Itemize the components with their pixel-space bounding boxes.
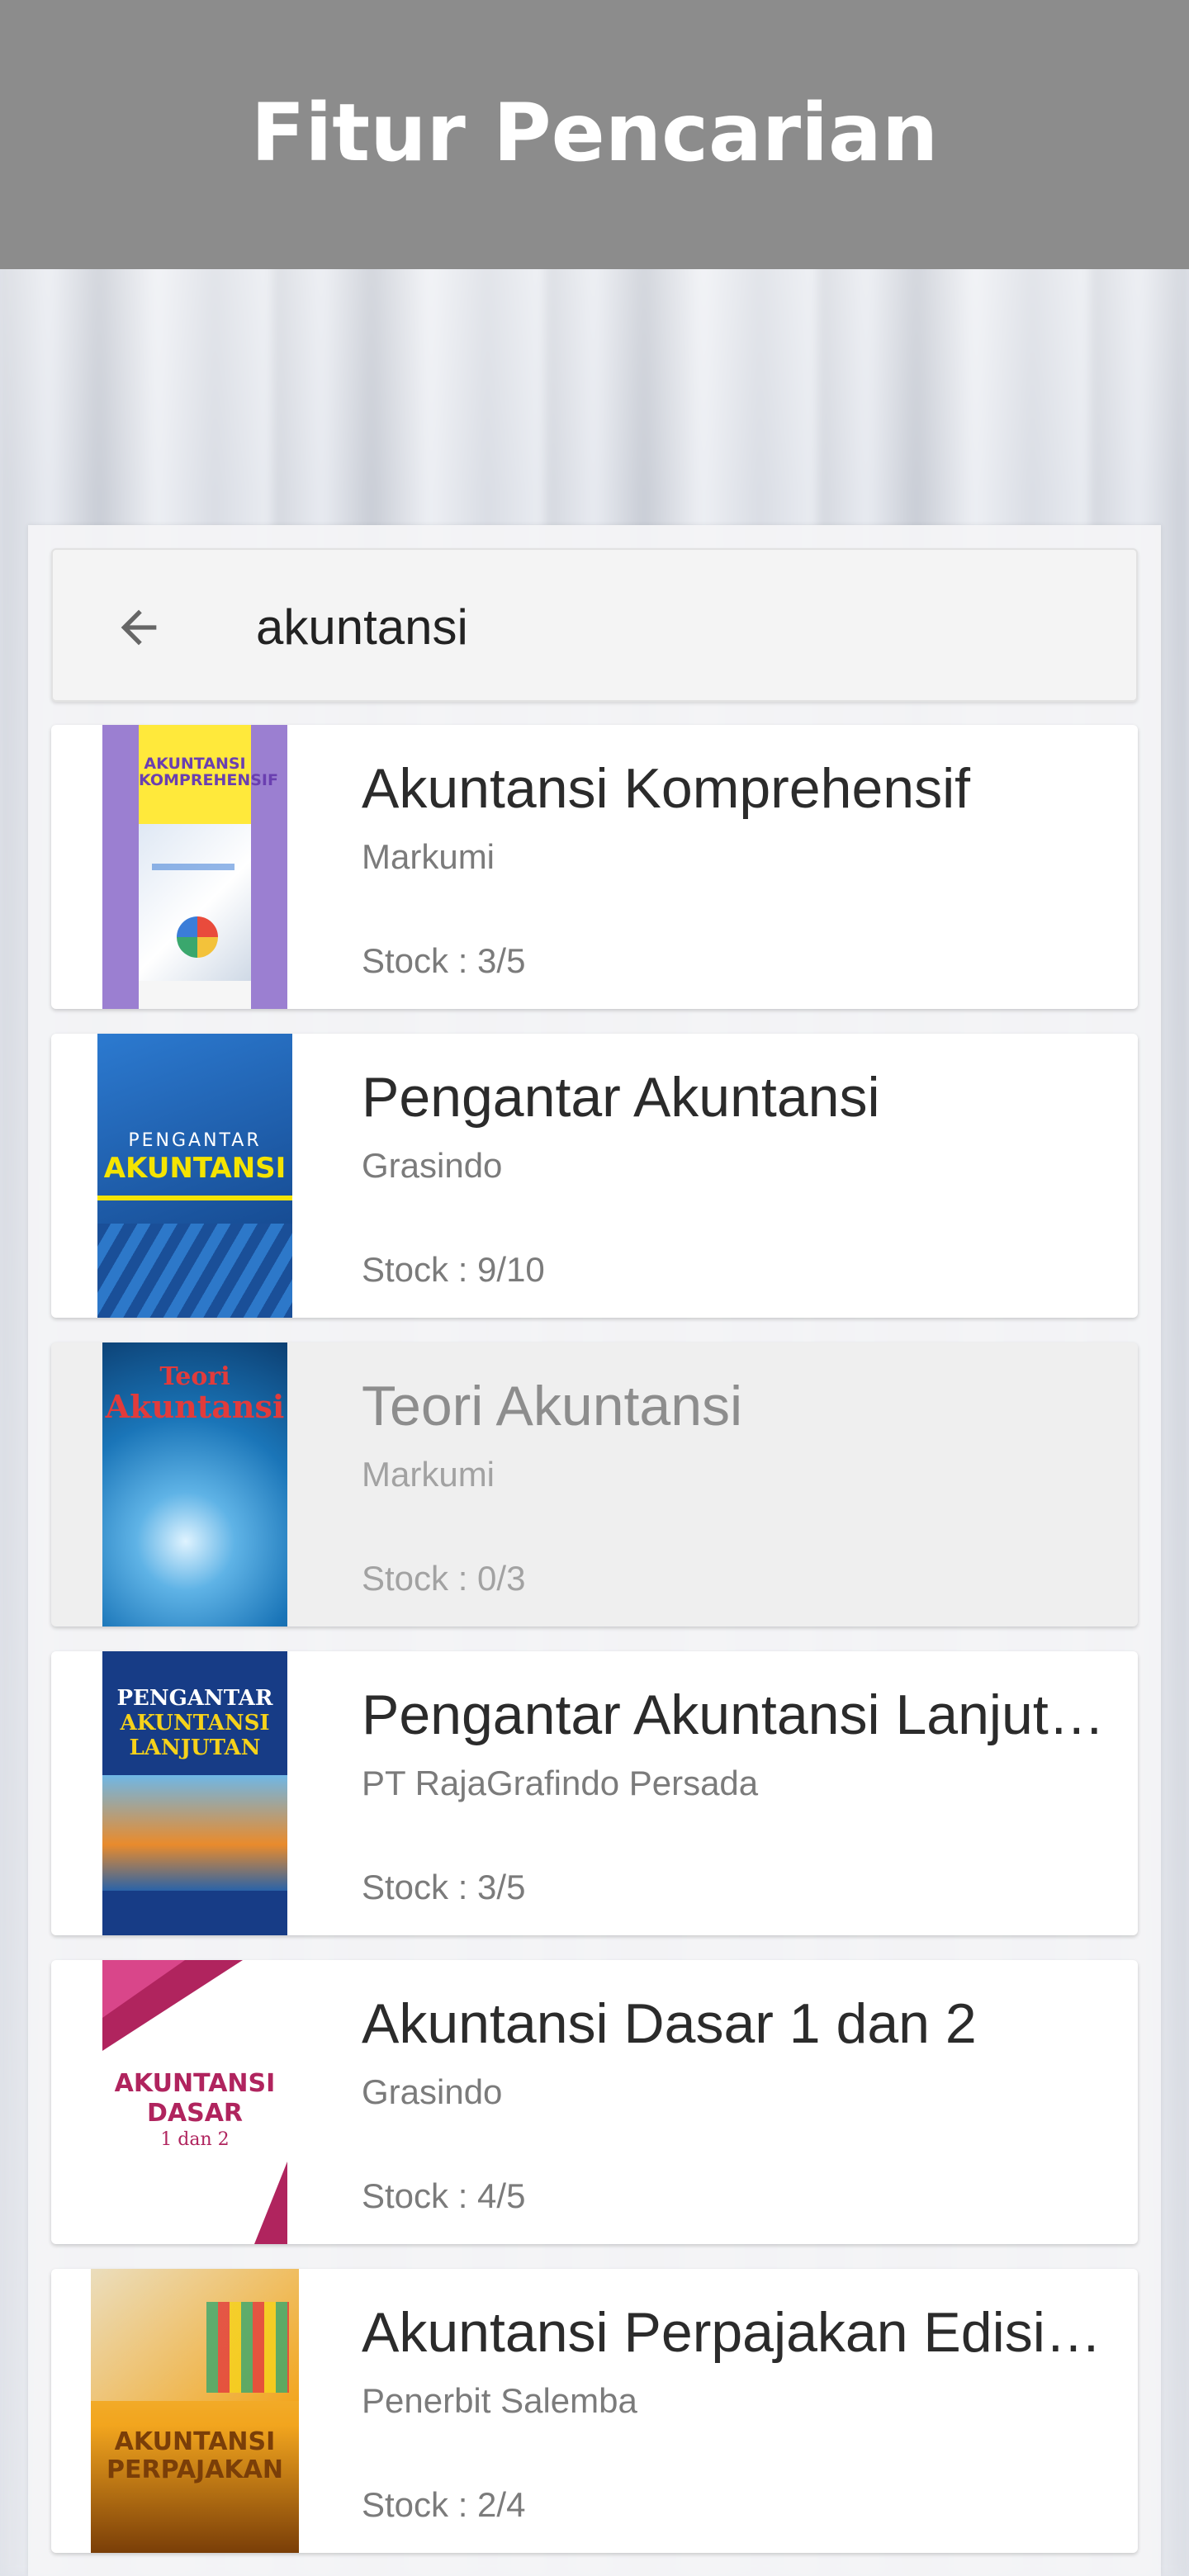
- book-stock: Stock : 0/3: [362, 1559, 526, 1598]
- book-title: Akuntansi Perpajakan Edisi…: [362, 2301, 1101, 2364]
- header-banner: Fitur Pencarian: [0, 0, 1189, 269]
- book-title: Teori Akuntansi: [362, 1375, 743, 1437]
- book-stock: Stock : 2/4: [362, 2485, 526, 2524]
- book-stock: Stock : 9/10: [362, 1250, 545, 1289]
- book-cover: PENGANTAR AKUNTANSI: [97, 1034, 292, 1318]
- book-card[interactable]: AKUNTANSI PERPAJAKAN Akuntansi Perpajaka…: [51, 2269, 1138, 2553]
- book-stock: Stock : 3/5: [362, 1868, 526, 1906]
- book-publisher: Markumi: [362, 1455, 495, 1494]
- back-button[interactable]: [109, 598, 168, 657]
- book-title: Akuntansi Komprehensif: [362, 757, 971, 820]
- book-publisher: Grasindo: [362, 1146, 503, 1185]
- search-bar: [51, 548, 1138, 702]
- arrow-left-icon: [121, 609, 157, 646]
- book-publisher: Markumi: [362, 837, 495, 876]
- book-card[interactable]: AKUNTANSI KOMPREHENSIF Akuntansi Kompreh…: [51, 725, 1138, 1009]
- page-title: Fitur Pencarian: [250, 87, 939, 179]
- book-cover: AKUNTANSI DASAR 1 dan 2: [102, 1960, 287, 2244]
- book-cover: PENGANTAR AKUNTANSI LANJUTAN: [102, 1651, 287, 1935]
- book-info: Akuntansi Perpajakan Edisi… Penerbit Sal…: [362, 2269, 1105, 2553]
- book-info: Pengantar Akuntansi Lanjut… PT RajaGrafi…: [362, 1651, 1105, 1935]
- book-card[interactable]: PENGANTAR AKUNTANSI LANJUTAN Pengantar A…: [51, 1651, 1138, 1935]
- book-cover: AKUNTANSI PERPAJAKAN: [91, 2269, 299, 2553]
- book-publisher: Penerbit Salemba: [362, 2381, 637, 2420]
- book-info: Teori Akuntansi Markumi Stock : 0/3: [362, 1342, 1105, 1627]
- book-card[interactable]: Teori Akuntansi Teori Akuntansi Markumi …: [51, 1342, 1138, 1627]
- book-stock: Stock : 3/5: [362, 941, 526, 980]
- book-title: Pengantar Akuntansi: [362, 1066, 880, 1129]
- book-publisher: PT RajaGrafindo Persada: [362, 1764, 759, 1802]
- book-cover: AKUNTANSI KOMPREHENSIF: [102, 725, 287, 1009]
- book-cover: Teori Akuntansi: [102, 1342, 287, 1627]
- book-stock: Stock : 4/5: [362, 2176, 526, 2215]
- book-info: Akuntansi Komprehensif Markumi Stock : 3…: [362, 725, 1105, 1009]
- search-input[interactable]: [256, 583, 1082, 670]
- book-title: Pengantar Akuntansi Lanjut…: [362, 1683, 1105, 1746]
- book-publisher: Grasindo: [362, 2072, 503, 2111]
- book-title: Akuntansi Dasar 1 dan 2: [362, 1992, 977, 2055]
- book-info: Pengantar Akuntansi Grasindo Stock : 9/1…: [362, 1034, 1105, 1318]
- book-info: Akuntansi Dasar 1 dan 2 Grasindo Stock :…: [362, 1960, 1105, 2244]
- book-card[interactable]: PENGANTAR AKUNTANSI Pengantar Akuntansi …: [51, 1034, 1138, 1318]
- book-card[interactable]: AKUNTANSI DASAR 1 dan 2 Akuntansi Dasar …: [51, 1960, 1138, 2244]
